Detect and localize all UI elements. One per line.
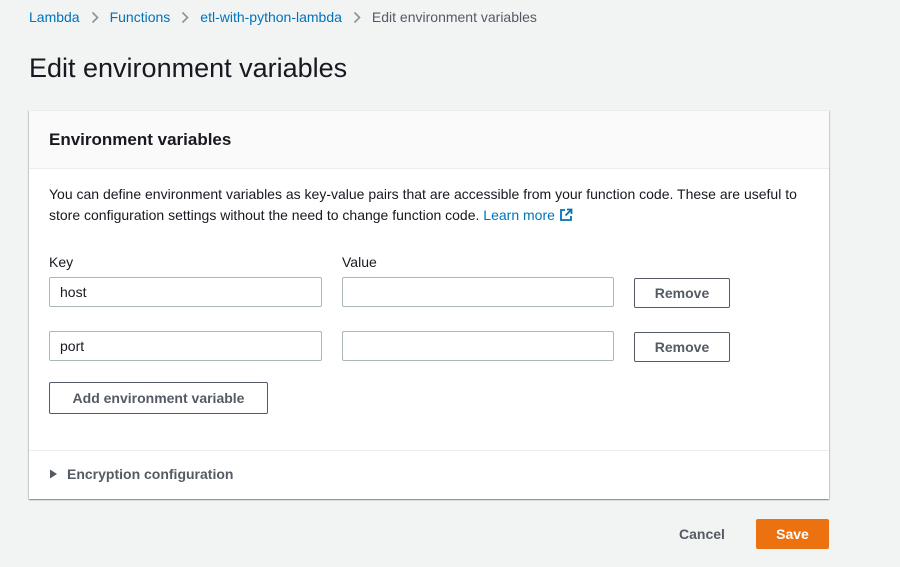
key-label: Key	[49, 254, 74, 270]
encryption-configuration-toggle[interactable]: Encryption configuration	[49, 464, 233, 484]
chevron-right-icon	[91, 11, 99, 24]
breadcrumb: Lambda Functions etl-with-python-lambda …	[29, 7, 537, 27]
panel-header: Environment variables	[29, 111, 829, 169]
caret-right-icon[interactable]	[49, 469, 58, 479]
external-link-icon[interactable]	[559, 207, 573, 228]
key-input-1[interactable]	[49, 277, 322, 307]
breadcrumb-functions[interactable]: Functions	[110, 9, 171, 25]
learn-more-label[interactable]: Learn more	[483, 207, 555, 223]
panel-divider	[29, 450, 829, 451]
panel-title: Environment variables	[49, 129, 232, 149]
breadcrumb-function-name[interactable]: etl-with-python-lambda	[200, 9, 342, 25]
value-label: Value	[342, 254, 377, 270]
remove-button-2[interactable]: Remove	[634, 332, 730, 362]
key-input-2[interactable]	[49, 331, 322, 361]
chevron-right-icon	[353, 11, 361, 24]
cancel-button[interactable]: Cancel	[664, 519, 740, 549]
save-button[interactable]: Save	[756, 519, 829, 549]
page-title: Edit environment variables	[29, 53, 348, 83]
value-input-1[interactable]	[342, 277, 614, 307]
remove-button-1[interactable]: Remove	[634, 278, 730, 308]
breadcrumb-lambda[interactable]: Lambda	[29, 9, 80, 25]
value-input-2[interactable]	[342, 331, 614, 361]
add-environment-variable-button[interactable]: Add environment variable	[49, 382, 268, 414]
panel-description: You can define environment variables as …	[49, 184, 814, 228]
chevron-right-icon	[181, 11, 189, 24]
encryption-configuration-label[interactable]: Encryption configuration	[67, 466, 233, 482]
breadcrumb-current: Edit environment variables	[371, 9, 537, 25]
environment-variables-panel: Environment variables You can define env…	[29, 110, 829, 499]
learn-more-link[interactable]: Learn more	[483, 207, 573, 223]
description-text: You can define environment variables as …	[49, 186, 797, 223]
